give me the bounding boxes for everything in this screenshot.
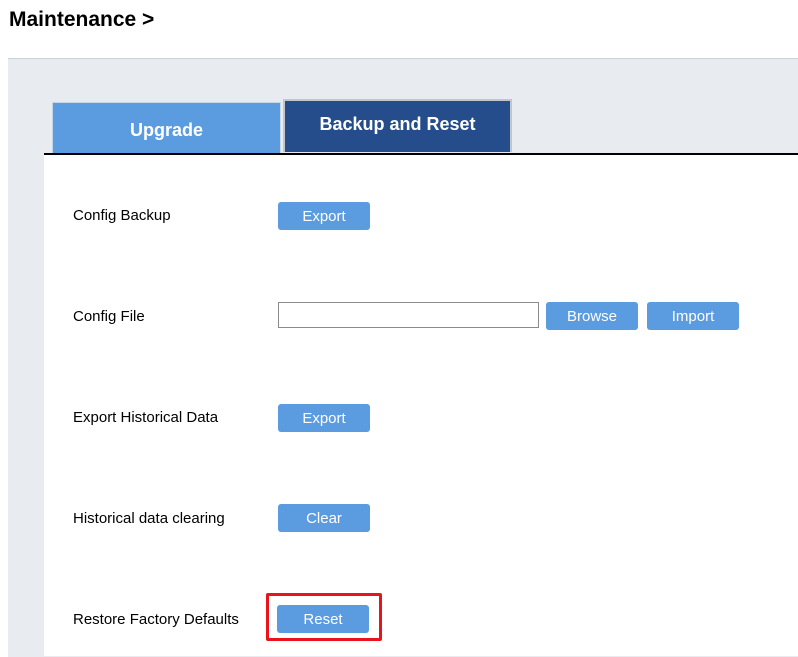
tab-upgrade-label: Upgrade bbox=[129, 120, 203, 140]
export-historical-data-label: Export Historical Data bbox=[73, 409, 219, 426]
import-button[interactable]: Import bbox=[647, 302, 739, 330]
export-historical-data-button[interactable]: Export bbox=[278, 404, 370, 432]
historical-data-clearing-label: Historical data clearing bbox=[73, 510, 225, 527]
config-backup-label: Config Backup bbox=[73, 207, 171, 224]
config-file-input[interactable] bbox=[278, 302, 539, 328]
clear-button[interactable]: Clear bbox=[278, 504, 370, 532]
reset-button[interactable]: Reset bbox=[277, 605, 369, 633]
browse-button[interactable]: Browse bbox=[546, 302, 638, 330]
page-title: Maintenance > bbox=[9, 8, 155, 31]
restore-factory-defaults-label: Restore Factory Defaults bbox=[73, 611, 239, 628]
backup-reset-content bbox=[44, 155, 798, 656]
tab-backup-and-reset[interactable]: Backup and Reset bbox=[283, 99, 512, 152]
tab-upgrade[interactable]: Upgrade bbox=[52, 102, 281, 154]
config-backup-export-button[interactable]: Export bbox=[278, 202, 370, 230]
tab-backup-and-reset-label: Backup and Reset bbox=[319, 114, 476, 134]
config-file-label: Config File bbox=[73, 308, 145, 325]
